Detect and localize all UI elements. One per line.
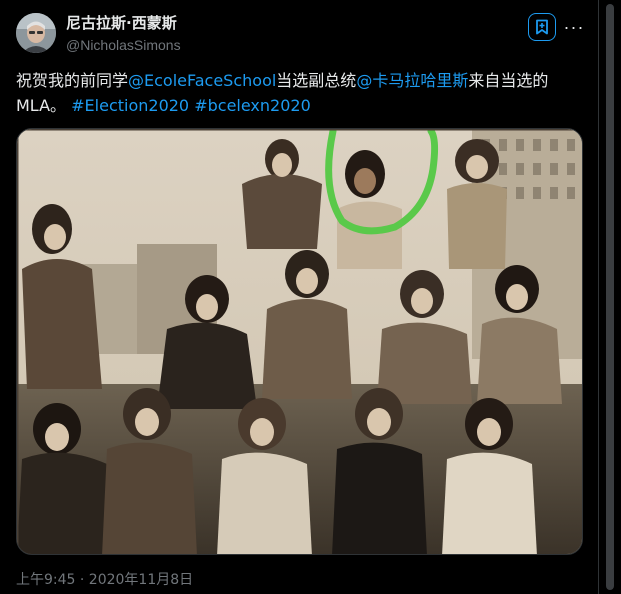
mention-link-ecoleface[interactable]: @EcoleFaceSchool bbox=[128, 71, 276, 90]
column-divider bbox=[598, 0, 599, 594]
scrollbar-thumb[interactable] bbox=[606, 4, 614, 590]
author-handle[interactable]: @NicholasSimons bbox=[66, 35, 181, 55]
tweet-photo[interactable] bbox=[16, 128, 583, 555]
hashtag-link-bcelexn2020[interactable]: #bcelexn2020 bbox=[194, 96, 311, 115]
mention-link-kamala[interactable]: @卡马拉哈里斯 bbox=[356, 71, 468, 90]
scrollbar[interactable] bbox=[603, 0, 617, 594]
tweet-text: 祝贺我的前同学@EcoleFaceSchool当选副总统@卡马拉哈里斯来自当选的… bbox=[16, 68, 586, 118]
author-avatar[interactable] bbox=[16, 13, 56, 53]
more-horizontal-icon: ··· bbox=[563, 17, 585, 37]
tweet-timestamp[interactable]: 上午9:45 · 2020年11月8日 bbox=[16, 571, 193, 589]
tweet-text-part1: 祝贺我的前同学 bbox=[16, 71, 129, 90]
bookmark-button[interactable] bbox=[528, 13, 556, 41]
more-button[interactable]: ··· bbox=[562, 16, 586, 38]
bookmark-icon bbox=[536, 19, 548, 35]
tweet-card: 尼古拉斯·西蒙斯 @NicholasSimons ··· 祝贺我的前同学@Eco… bbox=[0, 0, 600, 594]
group-photo-image bbox=[17, 129, 582, 554]
author-names: 尼古拉斯·西蒙斯 @NicholasSimons bbox=[66, 14, 181, 55]
author-display-name[interactable]: 尼古拉斯·西蒙斯 bbox=[66, 14, 181, 33]
user-avatar-icon bbox=[16, 13, 56, 53]
tweet-text-part2: 当选副总统 bbox=[276, 71, 357, 90]
hashtag-link-election2020[interactable]: #Election2020 bbox=[71, 96, 189, 115]
